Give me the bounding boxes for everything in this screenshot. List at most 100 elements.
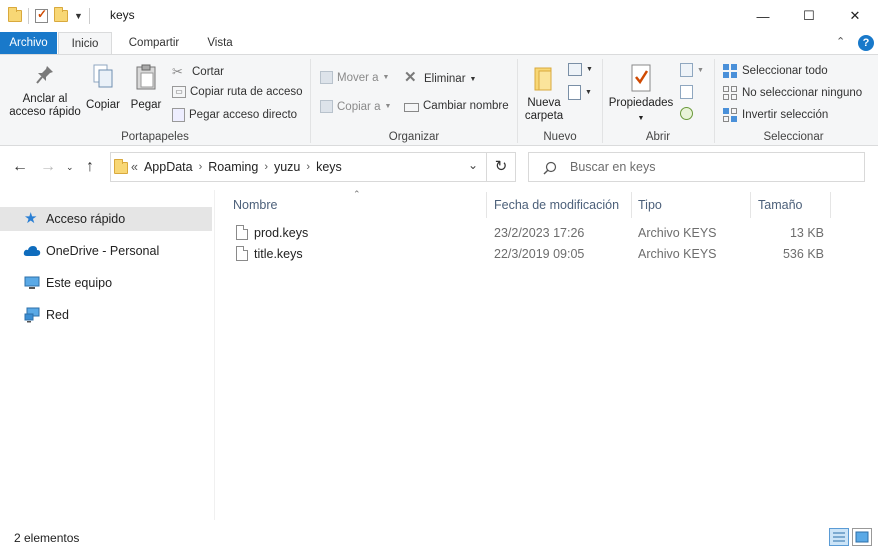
scissors-icon: ✂ bbox=[172, 64, 183, 79]
group-label-organizar: Organizar bbox=[388, 131, 440, 143]
history-icon bbox=[680, 107, 693, 120]
nav-item-this-pc[interactable]: Este equipo bbox=[0, 271, 212, 295]
file-modified: 23/2/2023 17:26 bbox=[494, 226, 585, 240]
pin-label-line1: Anclar al bbox=[22, 93, 68, 105]
new-folder-icon[interactable] bbox=[54, 7, 68, 22]
refresh-button[interactable]: ↻ bbox=[486, 152, 516, 182]
column-divider[interactable] bbox=[830, 192, 831, 218]
search-icon bbox=[543, 161, 557, 175]
large-icons-view-icon bbox=[855, 531, 869, 543]
file-icon bbox=[236, 246, 248, 261]
recent-locations-chevron-icon[interactable]: ⌄ bbox=[66, 162, 74, 173]
copy-path-icon: ▭ bbox=[172, 86, 186, 98]
breadcrumb-yuzu[interactable]: yuzu bbox=[274, 160, 300, 174]
close-button[interactable]: ✕ bbox=[832, 0, 878, 32]
tab-archivo[interactable]: Archivo bbox=[0, 32, 57, 54]
breadcrumb-overflow[interactable]: « bbox=[131, 160, 138, 174]
select-none-button[interactable]: No seleccionar ninguno bbox=[722, 85, 862, 101]
copy-path-label: Copiar ruta de acceso bbox=[190, 86, 303, 98]
open-button[interactable]: ▼ bbox=[680, 63, 704, 77]
pin-quick-access-button[interactable]: Anclar al acceso rápido bbox=[6, 63, 84, 119]
minimize-button[interactable]: — bbox=[740, 0, 786, 32]
address-history-chevron-icon[interactable]: ⌄ bbox=[468, 158, 478, 172]
edit-icon bbox=[680, 85, 693, 99]
cut-button[interactable]: ✂ Cortar bbox=[172, 64, 224, 80]
nav-item-quick-access[interactable]: ★ Acceso rápido bbox=[0, 207, 212, 231]
breadcrumb-keys[interactable]: keys bbox=[316, 160, 342, 174]
tab-vista[interactable]: Vista bbox=[196, 32, 244, 54]
quick-access-toolbar: ▼ bbox=[8, 6, 90, 26]
table-row[interactable]: prod.keys 23/2/2023 17:26 Archivo KEYS 1… bbox=[216, 223, 836, 244]
paste-shortcut-button[interactable]: Pegar acceso directo bbox=[172, 108, 297, 122]
column-header-type[interactable]: Tipo bbox=[631, 192, 751, 218]
properties-dropdown-icon: ▼ bbox=[637, 115, 645, 122]
copy-label: Copiar bbox=[86, 99, 120, 111]
properties-icon[interactable] bbox=[35, 7, 48, 23]
new-folder-label-line2: carpeta bbox=[524, 110, 564, 122]
table-row[interactable]: title.keys 22/3/2019 09:05 Archivo KEYS … bbox=[216, 244, 836, 265]
select-none-icon bbox=[722, 85, 738, 101]
column-header-date[interactable]: Fecha de modificación bbox=[486, 192, 631, 218]
breadcrumb-appdata[interactable]: AppData bbox=[144, 160, 193, 174]
window-title: keys bbox=[110, 8, 135, 22]
copy-path-button[interactable]: ▭ Copiar ruta de acceso bbox=[172, 86, 303, 98]
properties-icon bbox=[631, 64, 651, 92]
delete-button[interactable]: ✕ Eliminar ▼ bbox=[404, 70, 476, 87]
details-view-icon bbox=[833, 532, 845, 542]
up-arrow-icon[interactable]: ↑ bbox=[86, 158, 94, 176]
refresh-icon: ↻ bbox=[494, 158, 508, 175]
move-to-button[interactable]: Mover a ▼ bbox=[320, 71, 389, 84]
collapse-ribbon-icon[interactable]: ⌃ bbox=[836, 35, 845, 48]
move-icon bbox=[320, 71, 333, 84]
view-switcher bbox=[829, 528, 872, 546]
select-all-icon bbox=[722, 63, 738, 79]
chevron-right-icon[interactable]: › bbox=[199, 161, 203, 173]
column-headers: ⌃ Nombre Fecha de modificación Tipo Tama… bbox=[216, 189, 878, 218]
help-icon[interactable]: ? bbox=[858, 35, 874, 51]
properties-button[interactable]: Propiedades ▼ bbox=[606, 63, 676, 125]
file-icon bbox=[236, 225, 248, 240]
select-all-button[interactable]: Seleccionar todo bbox=[722, 63, 828, 79]
easy-access-button[interactable]: ▼ bbox=[568, 85, 592, 100]
chevron-right-icon[interactable]: › bbox=[306, 161, 310, 173]
column-header-size[interactable]: Tamaño bbox=[750, 192, 830, 218]
invert-selection-icon bbox=[722, 107, 738, 123]
file-type: Archivo KEYS bbox=[638, 226, 717, 240]
history-button[interactable] bbox=[680, 107, 693, 120]
search-input[interactable]: Buscar en keys bbox=[528, 152, 865, 182]
customize-qat-dropdown-icon[interactable]: ▼ bbox=[74, 11, 83, 21]
maximize-button[interactable]: ☐ bbox=[786, 0, 832, 32]
tab-compartir[interactable]: Compartir bbox=[118, 32, 190, 54]
invert-selection-label: Invertir selección bbox=[742, 109, 829, 121]
invert-selection-button[interactable]: Invertir selección bbox=[722, 107, 828, 123]
rename-icon bbox=[404, 102, 419, 112]
back-arrow-icon[interactable]: ← bbox=[12, 158, 28, 176]
paste-shortcut-icon bbox=[172, 108, 185, 122]
copy-to-button[interactable]: Copiar a ▼ bbox=[320, 100, 391, 113]
tab-inicio[interactable]: Inicio bbox=[58, 32, 112, 55]
large-icons-view-button[interactable] bbox=[852, 528, 872, 546]
new-item-button[interactable]: ▼ bbox=[568, 63, 593, 76]
file-name: prod.keys bbox=[254, 226, 309, 240]
network-icon bbox=[24, 307, 40, 323]
nav-item-network[interactable]: Red bbox=[0, 303, 212, 327]
details-view-button[interactable] bbox=[829, 528, 849, 546]
rename-button[interactable]: Cambiar nombre bbox=[404, 100, 509, 112]
rename-label: Cambiar nombre bbox=[423, 100, 509, 112]
column-header-name[interactable]: Nombre bbox=[216, 192, 486, 218]
paste-button[interactable]: Pegar bbox=[126, 63, 166, 112]
paste-icon bbox=[136, 64, 156, 90]
forward-arrow-icon[interactable]: → bbox=[40, 158, 56, 176]
ribbon-tabs: Archivo Inicio Compartir Vista ⌃ ? bbox=[0, 32, 878, 55]
address-bar[interactable]: « AppData › Roaming › yuzu › keys ⌄ bbox=[110, 152, 487, 182]
divider bbox=[88, 8, 90, 24]
nav-item-onedrive[interactable]: OneDrive - Personal bbox=[0, 239, 212, 263]
new-folder-label-line1: Nueva bbox=[527, 97, 561, 109]
copy-button[interactable]: Copiar bbox=[84, 63, 122, 112]
breadcrumb-roaming[interactable]: Roaming bbox=[208, 160, 258, 174]
group-label-nuevo: Nuevo bbox=[543, 131, 577, 143]
chevron-right-icon[interactable]: › bbox=[264, 161, 268, 173]
file-type: Archivo KEYS bbox=[638, 247, 717, 261]
new-folder-button[interactable]: Nueva carpeta bbox=[522, 65, 566, 123]
edit-button[interactable] bbox=[680, 85, 693, 99]
